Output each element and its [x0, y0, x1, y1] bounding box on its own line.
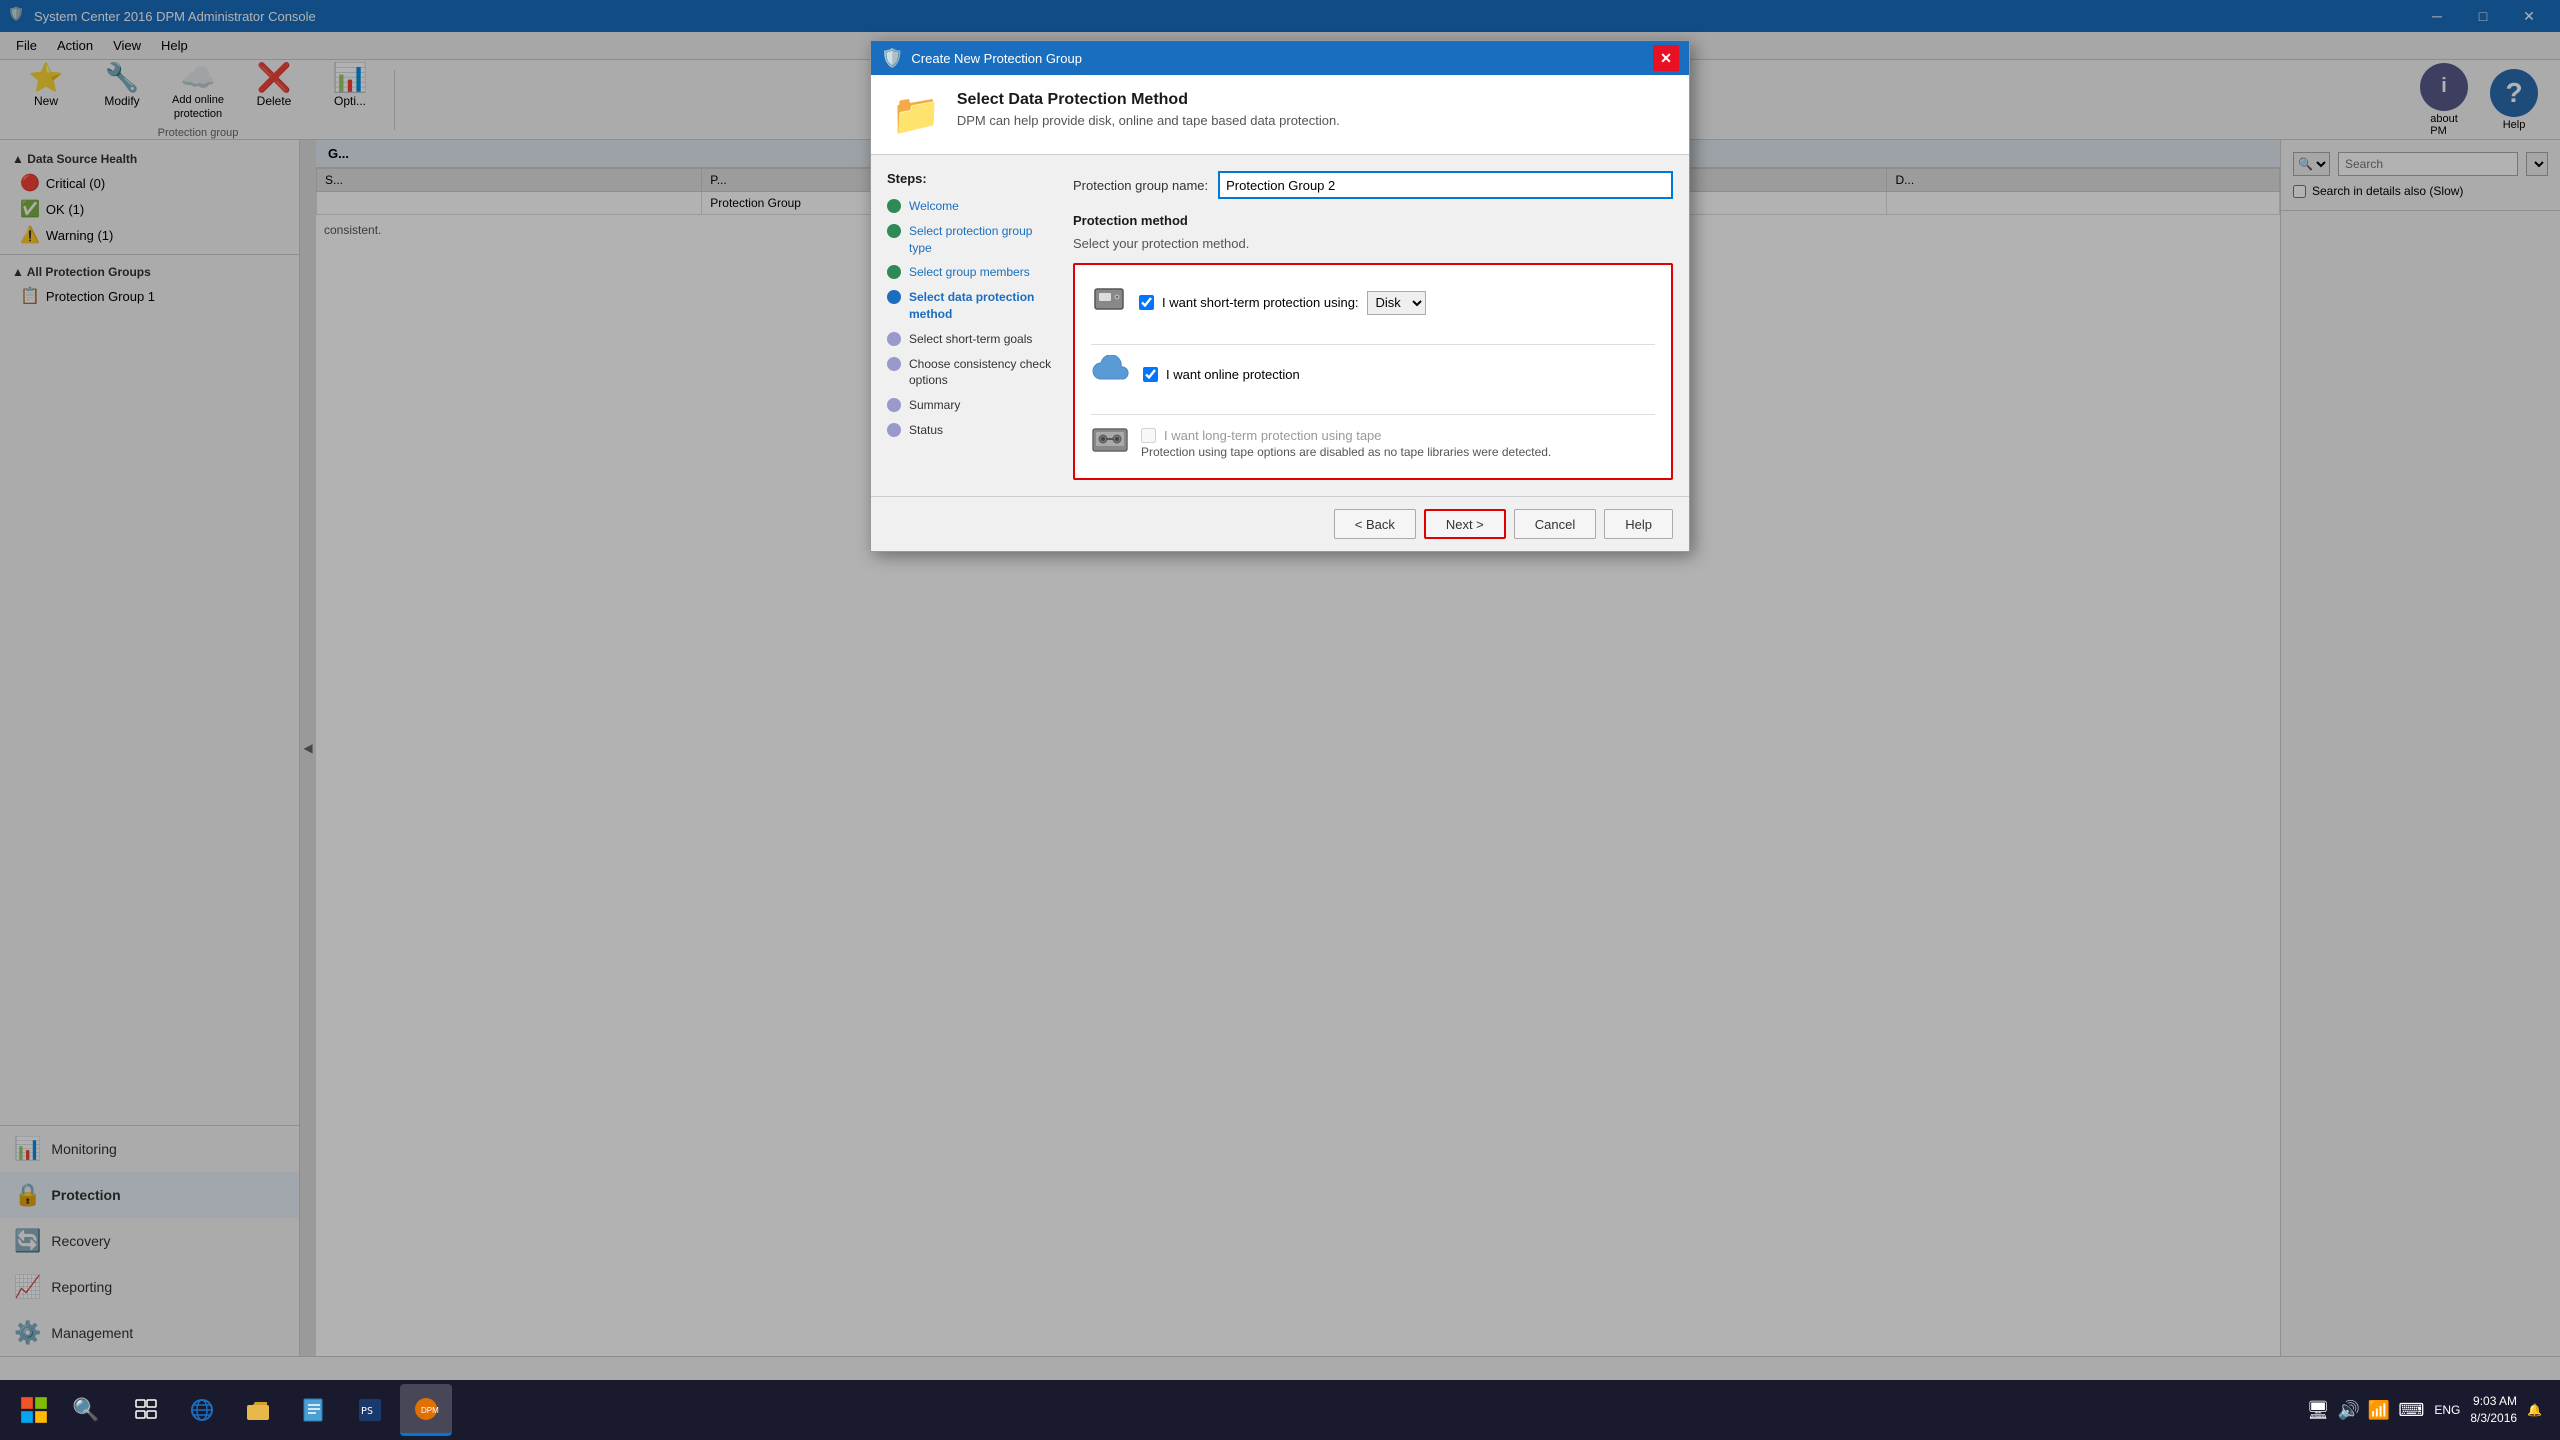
step-select-type: Select protection group type: [887, 219, 1057, 261]
protection-method-box: I want short-term protection using: Disk…: [1073, 263, 1673, 480]
dialog-title-text: Create New Protection Group: [911, 51, 1653, 66]
step-welcome-label[interactable]: Welcome: [909, 198, 959, 215]
taskbar-apps: PS DPM: [120, 1384, 452, 1436]
cancel-button[interactable]: Cancel: [1514, 509, 1596, 539]
online-checkbox-row: I want online protection: [1143, 367, 1300, 382]
protection-method-subtitle: Select your protection method.: [1073, 236, 1673, 251]
tray-clock: 9:03 AM: [2470, 1393, 2517, 1410]
step-welcome-dot: [887, 199, 901, 213]
dialog-header: 📁 Select Data Protection Method DPM can …: [871, 75, 1689, 155]
step-consistency-label: Choose consistency check options: [909, 356, 1057, 390]
dialog-body: Steps: Welcome Select protection group t…: [871, 155, 1689, 496]
dialog-header-text: Select Data Protection Method DPM can he…: [957, 91, 1340, 128]
online-option: I want online protection: [1091, 355, 1655, 394]
step-consistency: Choose consistency check options: [887, 352, 1057, 394]
start-button[interactable]: [8, 1384, 60, 1436]
next-button[interactable]: Next >: [1424, 509, 1506, 539]
step-select-method: Select data protection method: [887, 285, 1057, 327]
steps-label: Steps:: [887, 171, 1057, 186]
online-protection-checkbox[interactable]: [1143, 367, 1158, 382]
step-select-method-dot: [887, 290, 901, 304]
taskbar: 🔍: [0, 1380, 2560, 1440]
step-select-type-dot: [887, 224, 901, 238]
svg-text:PS: PS: [361, 1406, 373, 1417]
step-status-label: Status: [909, 422, 943, 439]
form-area: Protection group name: Protection method…: [1073, 171, 1673, 480]
tape-checkbox-label: I want long-term protection using tape: [1164, 428, 1382, 443]
taskbar-app-explorer[interactable]: [232, 1384, 284, 1436]
help-button[interactable]: Help: [1604, 509, 1673, 539]
taskbar-search-button[interactable]: 🔍: [60, 1384, 112, 1436]
create-protection-group-dialog: 🛡️ Create New Protection Group ✕ 📁 Selec…: [870, 40, 1690, 552]
taskbar-app-ie[interactable]: [176, 1384, 228, 1436]
tape-checkbox-row: I want long-term protection using tape: [1141, 428, 1551, 443]
disk-icon: [1091, 281, 1127, 324]
step-select-type-label[interactable]: Select protection group type: [909, 223, 1057, 257]
dialog-header-icon: 📁: [891, 91, 941, 138]
dialog-title-bar: 🛡️ Create New Protection Group ✕: [871, 41, 1689, 75]
taskbar-app-notes[interactable]: [288, 1384, 340, 1436]
short-term-type-select[interactable]: Disk Tape: [1367, 291, 1426, 315]
step-summary-dot: [887, 398, 901, 412]
step-select-members-dot: [887, 265, 901, 279]
step-summary: Summary: [887, 393, 1057, 418]
steps-panel: Steps: Welcome Select protection group t…: [887, 171, 1057, 480]
short-term-checkbox[interactable]: [1139, 295, 1154, 310]
step-select-method-label[interactable]: Select data protection method: [909, 289, 1057, 323]
option-divider-1: [1091, 344, 1655, 345]
short-term-controls: I want short-term protection using: Disk…: [1139, 291, 1426, 315]
short-term-checkbox-label: I want short-term protection using:: [1162, 295, 1359, 310]
step-consistency-dot: [887, 357, 901, 371]
protection-method-section-title: Protection method: [1073, 213, 1673, 228]
tape-icon: [1091, 425, 1129, 462]
dialog-close-button[interactable]: ✕: [1653, 45, 1679, 71]
tray-icons: 🖥 🔊 📶 ⌨: [2307, 1400, 2425, 1421]
step-select-members-label[interactable]: Select group members: [909, 264, 1030, 281]
group-name-row: Protection group name:: [1073, 171, 1673, 199]
cloud-icon: [1091, 355, 1131, 394]
step-short-term: Select short-term goals: [887, 327, 1057, 352]
tray-keyboard-icon: ⌨: [2398, 1400, 2424, 1421]
tray-notification-icon[interactable]: 🔔: [2527, 1403, 2542, 1417]
step-summary-label: Summary: [909, 397, 960, 414]
modal-overlay: 🛡️ Create New Protection Group ✕ 📁 Selec…: [0, 0, 2560, 1380]
taskbar-app-dpm[interactable]: DPM: [400, 1384, 452, 1436]
dialog-footer: < Back Next > Cancel Help: [871, 496, 1689, 551]
tray-date: 8/3/2016: [2470, 1410, 2517, 1427]
tray-network-icon: 📶: [2368, 1400, 2390, 1421]
tape-option: I want long-term protection using tape P…: [1091, 425, 1655, 462]
taskbar-app-powershell[interactable]: PS: [344, 1384, 396, 1436]
dialog-subtitle: DPM can help provide disk, online and ta…: [957, 113, 1340, 128]
tape-note: Protection using tape options are disabl…: [1141, 445, 1551, 459]
tray-time: 9:03 AM 8/3/2016: [2470, 1393, 2517, 1427]
taskbar-tray: 🖥 🔊 📶 ⌨ ENG 9:03 AM 8/3/2016 🔔: [2307, 1393, 2552, 1427]
short-term-option: I want short-term protection using: Disk…: [1091, 281, 1655, 324]
tape-controls: I want long-term protection using tape P…: [1141, 428, 1551, 459]
short-term-checkbox-row: I want short-term protection using: Disk…: [1139, 291, 1426, 315]
group-name-label: Protection group name:: [1073, 178, 1208, 193]
step-status-dot: [887, 423, 901, 437]
step-short-term-dot: [887, 332, 901, 346]
online-checkbox-label: I want online protection: [1166, 367, 1300, 382]
option-divider-2: [1091, 414, 1655, 415]
back-button[interactable]: < Back: [1334, 509, 1416, 539]
tray-lang: ENG: [2434, 1403, 2460, 1417]
tray-monitor-icon: 🖥: [2307, 1400, 2330, 1421]
svg-text:DPM: DPM: [421, 1406, 439, 1415]
step-select-members: Select group members: [887, 260, 1057, 285]
group-name-input[interactable]: [1218, 171, 1673, 199]
taskbar-app-task-view[interactable]: [120, 1384, 172, 1436]
step-welcome: Welcome: [887, 194, 1057, 219]
dialog-main-title: Select Data Protection Method: [957, 91, 1340, 109]
tape-checkbox[interactable]: [1141, 428, 1156, 443]
dialog-title-icon: 🛡️: [881, 48, 903, 69]
step-status: Status: [887, 418, 1057, 443]
step-short-term-label: Select short-term goals: [909, 331, 1032, 348]
tray-volume-icon: 🔊: [2337, 1400, 2359, 1421]
